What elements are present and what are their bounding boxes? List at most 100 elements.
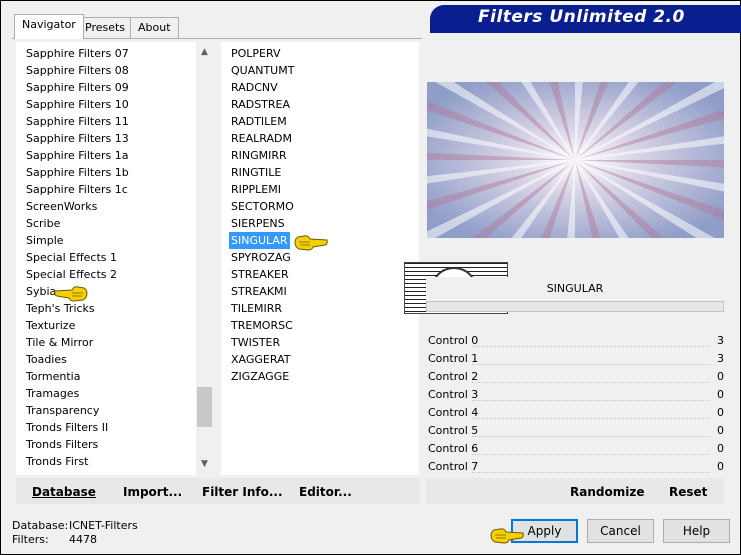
filter-item[interactable]: RADCNV [229, 79, 280, 96]
progress-bar [426, 301, 724, 312]
editor-label: Editor... [299, 485, 352, 499]
control-slider-track[interactable] [472, 346, 710, 348]
category-item[interactable]: Sapphire Filters 1b [24, 164, 131, 181]
category-item[interactable]: Special Effects 2 [24, 266, 119, 283]
filter-item[interactable]: QUANTUMT [229, 62, 296, 79]
filter-item[interactable]: POLPERV [229, 45, 283, 62]
filter-list[interactable]: POLPERV QUANTUMT RADCNV RADSTREA RADTILEM REA… [221, 42, 419, 475]
category-item[interactable]: Tronds First [24, 453, 90, 470]
filter-item[interactable]: TREMORSC [229, 317, 295, 334]
editor-button[interactable]: Editor... [299, 485, 352, 499]
category-item[interactable]: Sapphire Filters 13 [24, 130, 131, 147]
scroll-down-icon[interactable]: ▼ [196, 456, 213, 473]
control-value: 3 [717, 352, 724, 365]
control-slider-track[interactable] [472, 472, 710, 474]
control-slider-track[interactable] [472, 436, 710, 438]
randomize-button[interactable]: Randomize [570, 485, 644, 499]
control-slider-track[interactable] [472, 400, 710, 402]
category-item[interactable]: Tramages [24, 385, 81, 402]
control-row[interactable]: Control 6 0 [428, 440, 724, 458]
filter-item[interactable]: SECTORMO [229, 198, 296, 215]
database-status-value: ICNET-Filters [69, 519, 138, 532]
selected-filter-label: SINGULAR [546, 282, 604, 295]
cancel-button[interactable]: Cancel [587, 519, 654, 543]
tab-navigator[interactable]: Navigator [14, 14, 84, 39]
control-slider-track[interactable] [472, 364, 710, 366]
category-scrollbar[interactable]: ▲ ▼ [196, 42, 213, 475]
control-value: 0 [717, 388, 724, 401]
category-item[interactable]: Sapphire Filters 10 [24, 96, 131, 113]
selected-filter-name: SINGULAR [426, 277, 724, 301]
import-button[interactable]: Import... [123, 485, 182, 499]
scroll-up-icon[interactable]: ▲ [196, 44, 213, 61]
category-item[interactable]: ScreenWorks [24, 198, 99, 215]
control-label: Control 0 [428, 334, 479, 347]
category-item[interactable]: Simple [24, 232, 66, 249]
control-row[interactable]: Control 1 3 [428, 350, 724, 368]
control-value: 0 [717, 370, 724, 383]
control-slider-track[interactable] [472, 454, 710, 456]
control-value: 0 [717, 460, 724, 473]
database-label: Database [32, 485, 96, 499]
filter-item[interactable]: RINGMIRR [229, 147, 289, 164]
database-status-label: Database: [12, 519, 69, 532]
filters-status: Filters: 4478 [12, 533, 97, 546]
reset-button[interactable]: Reset [669, 485, 707, 499]
filter-item[interactable]: ZIGZAGGE [229, 368, 291, 385]
category-list[interactable]: Sapphire Filters 07 Sapphire Filters 08 Sa… [16, 42, 196, 475]
tab-about[interactable]: About [130, 17, 179, 38]
filter-item[interactable]: TILEMIRR [229, 300, 284, 317]
filter-item[interactable]: RIPPLEMI [229, 181, 283, 198]
filter-item[interactable]: SINGULAR [229, 232, 290, 249]
control-row[interactable]: Control 2 0 [428, 368, 724, 386]
control-slider-track[interactable] [472, 382, 710, 384]
category-item[interactable]: Transparency [24, 402, 101, 419]
database-button[interactable]: Database [32, 485, 96, 499]
filter-item[interactable]: STREAKER [229, 266, 291, 283]
banner-underline [430, 30, 741, 33]
filter-item[interactable]: RINGTILE [229, 164, 283, 181]
filter-item[interactable]: RADSTREA [229, 96, 292, 113]
filter-item[interactable]: SPYROZAG [229, 249, 293, 266]
randomize-label: Randomize [570, 485, 645, 499]
category-item[interactable]: Sapphire Filters 08 [24, 62, 131, 79]
control-slider-track[interactable] [472, 418, 710, 420]
control-label: Control 4 [428, 406, 479, 419]
category-item[interactable]: Sapphire Filters 07 [24, 45, 131, 62]
control-row[interactable]: Control 0 3 [428, 332, 724, 350]
category-item[interactable]: Scribe [24, 215, 62, 232]
filter-item[interactable]: STREAKMI [229, 283, 289, 300]
control-row[interactable]: Control 7 0 [428, 458, 724, 476]
tab-presets[interactable]: Presets [77, 17, 134, 38]
control-row[interactable]: Control 3 0 [428, 386, 724, 404]
category-item[interactable]: Sapphire Filters 09 [24, 79, 131, 96]
help-button[interactable]: Help [663, 519, 730, 543]
import-label: Import... [123, 485, 183, 499]
preview-image [427, 82, 724, 238]
control-label: Control 5 [428, 424, 479, 437]
scroll-thumb[interactable] [197, 387, 212, 427]
category-item[interactable]: Tronds Filters [24, 436, 100, 453]
control-row[interactable]: Control 4 0 [428, 404, 724, 422]
filter-item[interactable]: XAGGERAT [229, 351, 292, 368]
category-item[interactable]: Toadies [24, 351, 69, 368]
category-item[interactable]: Sapphire Filters 1a [24, 147, 130, 164]
category-item[interactable]: Tormentia [24, 368, 82, 385]
filter-item[interactable]: SIERPENS [229, 215, 287, 232]
control-label: Control 3 [428, 388, 479, 401]
category-item[interactable]: Tile & Mirror [24, 334, 95, 351]
control-label: Control 6 [428, 442, 479, 455]
control-value: 0 [717, 442, 724, 455]
filter-item[interactable]: RADTILEM [229, 113, 289, 130]
category-item[interactable]: Sapphire Filters 1c [24, 181, 130, 198]
control-row[interactable]: Control 5 0 [428, 422, 724, 440]
category-item[interactable]: Tronds Filters II [24, 419, 110, 436]
category-item[interactable]: Texturize [24, 317, 77, 334]
filter-item[interactable]: TWISTER [229, 334, 282, 351]
filter-item[interactable]: REALRADM [229, 130, 294, 147]
category-item[interactable]: Sapphire Filters 11 [24, 113, 131, 130]
control-label: Control 1 [428, 352, 479, 365]
category-item[interactable]: Special Effects 1 [24, 249, 119, 266]
filter-info-button[interactable]: Filter Info... [202, 485, 283, 499]
control-value: 3 [717, 334, 724, 347]
